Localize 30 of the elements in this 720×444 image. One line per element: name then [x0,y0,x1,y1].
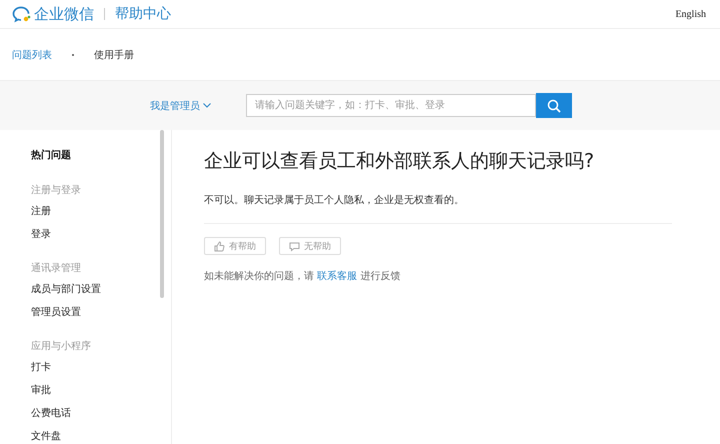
thumbs-up-icon [214,240,225,252]
search-field[interactable]: 请输入问题关键字，如：打卡、审批、登录 [246,94,536,117]
speech-bubble-icon [289,240,300,252]
search-icon [547,98,561,112]
contact-support-link[interactable]: 联系客服 [317,271,358,282]
sidebar-item[interactable]: 热门问题 [31,148,171,172]
search-button[interactable] [536,93,572,118]
breadcrumb-current: 使用手册 [94,48,134,62]
sidebar-item[interactable]: 注册 [31,204,171,227]
section-title: 帮助中心 [115,5,171,23]
question-title: 企业可以查看员工和外部联系人的聊天记录吗? [204,149,596,174]
sidebar-group-heading: 应用与小程序 [31,340,92,354]
sidebar-item[interactable]: 公费电话 [31,406,171,429]
breadcrumb-link[interactable]: 问题列表 [12,48,52,62]
sidebar-group-heading: 通讯录管理 [31,262,82,276]
sidebar-item[interactable]: 审批 [31,383,171,406]
logo-text[interactable]: 企业微信 [34,4,94,24]
sidebar-group-heading: 注册与登录 [31,184,82,198]
sidebar-item[interactable]: 文件盘 [31,429,171,444]
role-dropdown[interactable]: 我是管理员 [150,98,211,112]
chat-bubble-logo-icon [12,6,31,22]
contact-text: 如未能解决你的问题，请 联系客服 进行反馈 [204,270,402,283]
sidebar-item[interactable]: 打卡 [31,360,171,383]
scrollbar[interactable] [160,130,164,298]
sidebar-item[interactable]: 成员与部门设置 [31,282,171,305]
chevron-down-icon [203,103,211,108]
sidebar-item[interactable]: 管理员设置 [31,305,171,328]
sidebar-item[interactable]: 登录 [31,227,171,250]
answer-text: 不可以。聊天记录属于员工个人隐私，企业是无权查看的。 [204,193,672,224]
language-link[interactable]: English [675,8,706,20]
